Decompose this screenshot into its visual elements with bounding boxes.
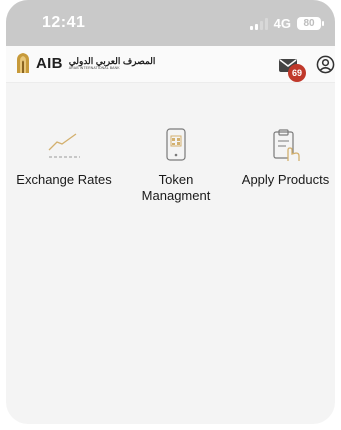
- logo-english: ARAB INTERNATIONAL BANK: [68, 65, 120, 70]
- notification-badge: 69: [288, 64, 306, 82]
- app-header: AIB المصرف العربي الدولي ARAB INTERNATIO…: [6, 46, 335, 83]
- aib-logo[interactable]: AIB المصرف العربي الدولي ARAB INTERNATIO…: [14, 52, 155, 74]
- logo-text: AIB: [36, 54, 63, 72]
- menu-item-token-managment[interactable]: Token Managment: [126, 128, 226, 204]
- logo-wordmark: المصرف العربي الدولي ARAB INTERNATIONAL …: [69, 56, 156, 71]
- logo-arabic: المصرف العربي الدولي: [68, 55, 156, 66]
- account-icon[interactable]: [316, 55, 335, 74]
- menu-item-label: Exchange Rates: [16, 172, 112, 187]
- signal-icon: [249, 17, 268, 30]
- app-screen: 12:41 4G 80 AIB المصرف العربي الدولي ARA…: [6, 0, 335, 424]
- network-type: 4G: [273, 16, 291, 31]
- menu-item-apply-products[interactable]: Apply Products: [236, 128, 335, 188]
- menu-item-exchange-rates[interactable]: Exchange Rates: [12, 128, 116, 188]
- phone-token-icon: [166, 128, 186, 161]
- status-indicators: 4G 80: [249, 16, 324, 31]
- battery-icon: 80: [297, 17, 324, 30]
- chart-line-icon: [48, 133, 80, 158]
- bank-emblem-icon: [17, 53, 29, 73]
- status-bar: 12:41 4G 80: [6, 0, 335, 46]
- status-time: 12:41: [42, 14, 86, 31]
- clipboard-hand-icon: [272, 129, 300, 161]
- menu-item-label: Apply Products: [241, 172, 330, 187]
- menu-item-label: Token Managment: [141, 172, 211, 203]
